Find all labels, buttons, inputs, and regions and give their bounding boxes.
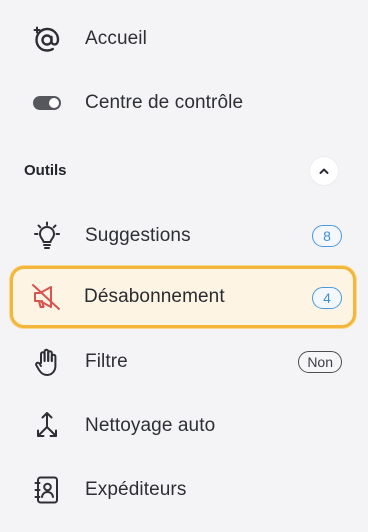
sidebar-item-suggestions[interactable]: Suggestions 8 (12, 209, 354, 263)
sidebar-item-label: Suggestions (85, 225, 191, 246)
auto-clean-arrows-icon (30, 409, 64, 443)
section-title-outils: Outils (24, 162, 67, 179)
sidebar-item-nettoyage-auto[interactable]: Nettoyage auto (12, 399, 354, 453)
lightbulb-icon (30, 219, 64, 253)
sidebar-item-label: Filtre (85, 351, 128, 372)
toggle-icon (30, 86, 64, 120)
sidebar-item-filtre[interactable]: Filtre Non (12, 335, 354, 389)
sidebar-item-label: Accueil (85, 28, 147, 49)
contacts-book-icon (30, 473, 64, 507)
muted-megaphone-icon (29, 280, 63, 314)
sidebar-item-desabonnement[interactable]: Désabonnement 4 (10, 266, 356, 328)
sidebar-panel: Accueil Centre de contrôle Outils Sugges… (0, 0, 368, 532)
collapse-button[interactable] (310, 157, 338, 185)
status-badge: Non (298, 351, 342, 373)
count-badge: 4 (312, 287, 342, 309)
sidebar-item-label: Expéditeurs (85, 479, 187, 500)
count-badge: 8 (312, 225, 342, 247)
sidebar-item-label: Centre de contrôle (85, 92, 244, 113)
sidebar-item-centre-de-controle[interactable]: Centre de contrôle (12, 76, 354, 130)
sidebar-item-label: Désabonnement (84, 286, 225, 307)
at-sign-icon (30, 22, 64, 56)
sidebar-item-accueil[interactable]: Accueil (12, 12, 354, 66)
sidebar-item-label: Nettoyage auto (85, 415, 216, 436)
sidebar-item-expediteurs[interactable]: Expéditeurs (12, 463, 354, 517)
chevron-up-icon (319, 168, 329, 174)
hand-icon (30, 345, 64, 379)
